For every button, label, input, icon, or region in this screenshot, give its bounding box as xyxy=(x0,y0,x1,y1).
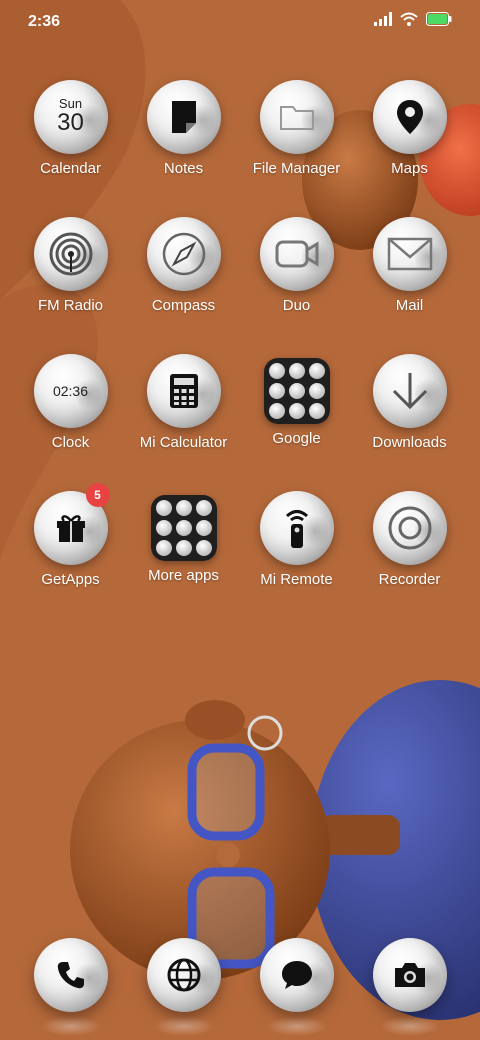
globe-icon xyxy=(167,958,200,992)
app-downloads[interactable]: Downloads xyxy=(353,354,466,451)
app-label: Notes xyxy=(163,160,204,177)
notification-badge: 5 xyxy=(85,483,110,507)
app-label: More apps xyxy=(148,567,219,584)
app-notes[interactable]: Notes xyxy=(127,80,240,177)
clock-icon: 02:36 xyxy=(52,383,89,399)
status-time: 2:36 xyxy=(28,13,61,30)
app-label: Duo xyxy=(282,297,311,314)
app-label: Recorder xyxy=(378,571,441,588)
video-camera-icon xyxy=(275,240,318,268)
app-label: Google xyxy=(272,430,321,447)
folder-grid-icon xyxy=(150,495,217,561)
dock-camera[interactable] xyxy=(353,938,466,1036)
app-label: Mi Calculator xyxy=(139,434,228,451)
wifi-icon xyxy=(400,12,418,26)
app-getapps[interactable]: 5 GetApps xyxy=(14,483,127,588)
app-label: File Manager xyxy=(252,160,341,177)
mail-icon xyxy=(387,237,432,271)
app-file-manager[interactable]: File Manager xyxy=(240,80,353,177)
app-label: FM Radio xyxy=(37,297,104,314)
gift-icon xyxy=(56,515,85,542)
app-calendar[interactable]: Sun 30 Calendar xyxy=(14,80,127,177)
download-icon xyxy=(392,373,427,410)
app-mail[interactable]: Mail xyxy=(353,217,466,314)
folder-grid-icon xyxy=(263,358,330,424)
dock-phone[interactable] xyxy=(14,938,127,1036)
app-label: GetApps xyxy=(41,571,100,588)
calendar-icon: Sun 30 xyxy=(57,95,84,136)
app-duo[interactable]: Duo xyxy=(240,217,353,314)
folder-google[interactable]: Google xyxy=(240,354,353,447)
folder-icon xyxy=(279,106,314,130)
camera-icon xyxy=(394,963,425,987)
app-fm-radio[interactable]: FM Radio xyxy=(14,217,127,314)
dock-messages[interactable] xyxy=(240,938,353,1036)
map-pin-icon xyxy=(396,100,423,134)
app-label: Clock xyxy=(51,434,90,451)
radio-icon xyxy=(49,232,92,276)
app-mi-calculator[interactable]: Mi Calculator xyxy=(127,354,240,451)
message-icon xyxy=(281,961,312,989)
app-label: Calendar xyxy=(40,160,101,177)
app-label: Mail xyxy=(395,297,424,314)
app-mi-remote[interactable]: Mi Remote xyxy=(240,491,353,588)
app-recorder[interactable]: Recorder xyxy=(353,491,466,588)
app-label: Downloads xyxy=(372,434,447,451)
signal-icon xyxy=(374,12,392,26)
app-clock[interactable]: 02:36 Clock xyxy=(14,354,127,451)
status-bar: 2:36 xyxy=(0,0,480,44)
calculator-icon xyxy=(169,374,198,408)
compass-icon xyxy=(162,232,205,276)
app-label: Mi Remote xyxy=(260,571,333,588)
app-compass[interactable]: Compass xyxy=(127,217,240,314)
app-label: Compass xyxy=(151,297,216,314)
dock-browser[interactable] xyxy=(127,938,240,1036)
folder-more-apps[interactable]: More apps xyxy=(127,491,240,584)
remote-icon xyxy=(285,510,308,548)
battery-icon xyxy=(426,12,452,26)
phone-icon xyxy=(57,962,84,989)
notes-icon xyxy=(171,101,196,133)
record-icon xyxy=(388,506,431,550)
app-maps[interactable]: Maps xyxy=(353,80,466,177)
app-label: Maps xyxy=(391,160,428,177)
